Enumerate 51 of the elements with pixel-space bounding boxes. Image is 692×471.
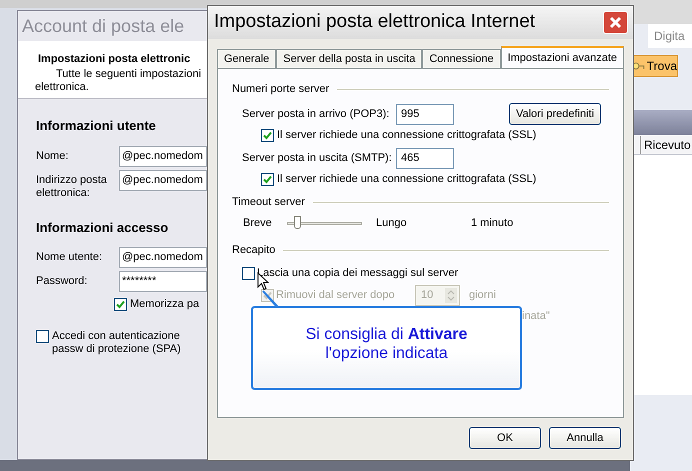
toolbar-strip — [630, 0, 692, 24]
section-heading: Informazioni utente — [36, 117, 157, 135]
close-button[interactable] — [603, 11, 628, 34]
group-label: Numeri porte server — [232, 82, 330, 97]
checkbox[interactable] — [114, 298, 127, 311]
field-label: Password: — [36, 274, 88, 288]
field-label: Nome utente: — [36, 250, 104, 264]
checkbox-label: Il server richiede una connessione crittografata (SSL) — [277, 128, 536, 144]
tab[interactable]: Connessione — [422, 49, 501, 68]
spinner-arrows-icon — [445, 288, 457, 302]
port-field[interactable]: 465 — [396, 148, 454, 168]
callout-text: Si consiglia di Attivare l'opzione indicata — [304, 325, 468, 363]
slider-min-label: Breve — [243, 216, 273, 231]
checkbox-label: Memorizza pa — [130, 297, 200, 312]
group-label: Timeout server — [232, 194, 305, 210]
field-label: Server posta in arrivo (POP3): — [242, 106, 390, 122]
slider-max-label: Lungo — [376, 216, 408, 231]
defaults-button[interactable]: Valori predefiniti — [509, 103, 601, 125]
checkbox-label: Accedi con autenticazione passw di protezione (SPA) — [52, 330, 182, 356]
window-title: Account di posta ele — [22, 14, 184, 38]
section-heading: Informazioni accesso — [36, 218, 170, 236]
close-icon — [609, 16, 622, 29]
checkbox[interactable] — [261, 129, 274, 142]
ok-button[interactable]: OK — [469, 427, 541, 449]
cancel-button[interactable]: Annulla — [549, 427, 621, 449]
option-label: inata" — [522, 310, 550, 322]
input-field[interactable]: @pec.nomedom — [119, 146, 207, 166]
port-field[interactable]: 995 — [396, 104, 454, 124]
group-label: Recapito — [232, 242, 276, 258]
tab[interactable]: Impostazioni avanzate — [500, 46, 624, 68]
window-title: Impostazioni posta elettronica Internet — [214, 10, 536, 34]
checkbox[interactable] — [261, 173, 274, 186]
checkbox-label: Rimuovi dal server dopo — [276, 288, 396, 303]
field-label: Server posta in uscita (SMTP): — [242, 150, 393, 166]
slider-track[interactable] — [287, 216, 362, 230]
header-title: Impostazioni posta elettronic — [38, 52, 192, 67]
unit-label: giorni — [469, 288, 496, 303]
slider-thumb[interactable] — [294, 216, 301, 229]
tab[interactable]: Generale — [217, 49, 276, 68]
field-label: Nome: — [36, 148, 70, 162]
timeout-reading: 1 minuto — [471, 216, 514, 231]
header-description: elettronica. — [35, 80, 90, 94]
header-description: Tutte le seguenti impostazioni — [55, 68, 202, 80]
tab[interactable]: Server della posta in uscita — [276, 49, 422, 68]
field-label: Indirizzo posta elettronica: — [36, 172, 108, 200]
checkbox[interactable] — [36, 330, 49, 342]
input-field[interactable]: @pec.nomedom — [119, 247, 207, 268]
input-field[interactable]: @pec.nomedom — [119, 170, 207, 190]
input-field[interactable]: ******** — [119, 271, 207, 292]
checkbox-label: Il server richiede una connessione crittografata (SSL) — [277, 172, 536, 188]
checkbox[interactable] — [242, 266, 255, 280]
